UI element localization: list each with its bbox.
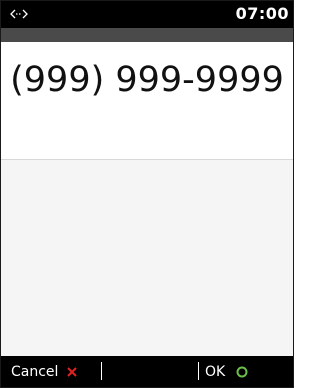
softkey-divider — [101, 362, 102, 380]
softkey-bar: Cancel OK — [1, 356, 293, 387]
subheader-bar — [1, 28, 293, 42]
circle-ok-icon — [236, 366, 248, 377]
clock: 07:00 — [235, 4, 289, 23]
ok-button[interactable]: OK — [205, 356, 249, 387]
cancel-label: Cancel — [11, 363, 59, 380]
phone-number-display: (999) 999-9999 — [10, 60, 284, 100]
status-bar: 07:00 — [1, 1, 293, 28]
close-x-icon — [67, 366, 78, 377]
softkey-divider — [198, 362, 199, 380]
ok-label: OK — [205, 363, 226, 380]
phone-entry-area[interactable]: (999) 999-9999 — [1, 42, 293, 160]
content-area — [1, 160, 293, 356]
cancel-button[interactable]: Cancel — [11, 356, 78, 387]
link-arrows-icon — [10, 9, 28, 19]
device-screen: 07:00 (999) 999-9999 Cancel OK — [0, 0, 294, 388]
